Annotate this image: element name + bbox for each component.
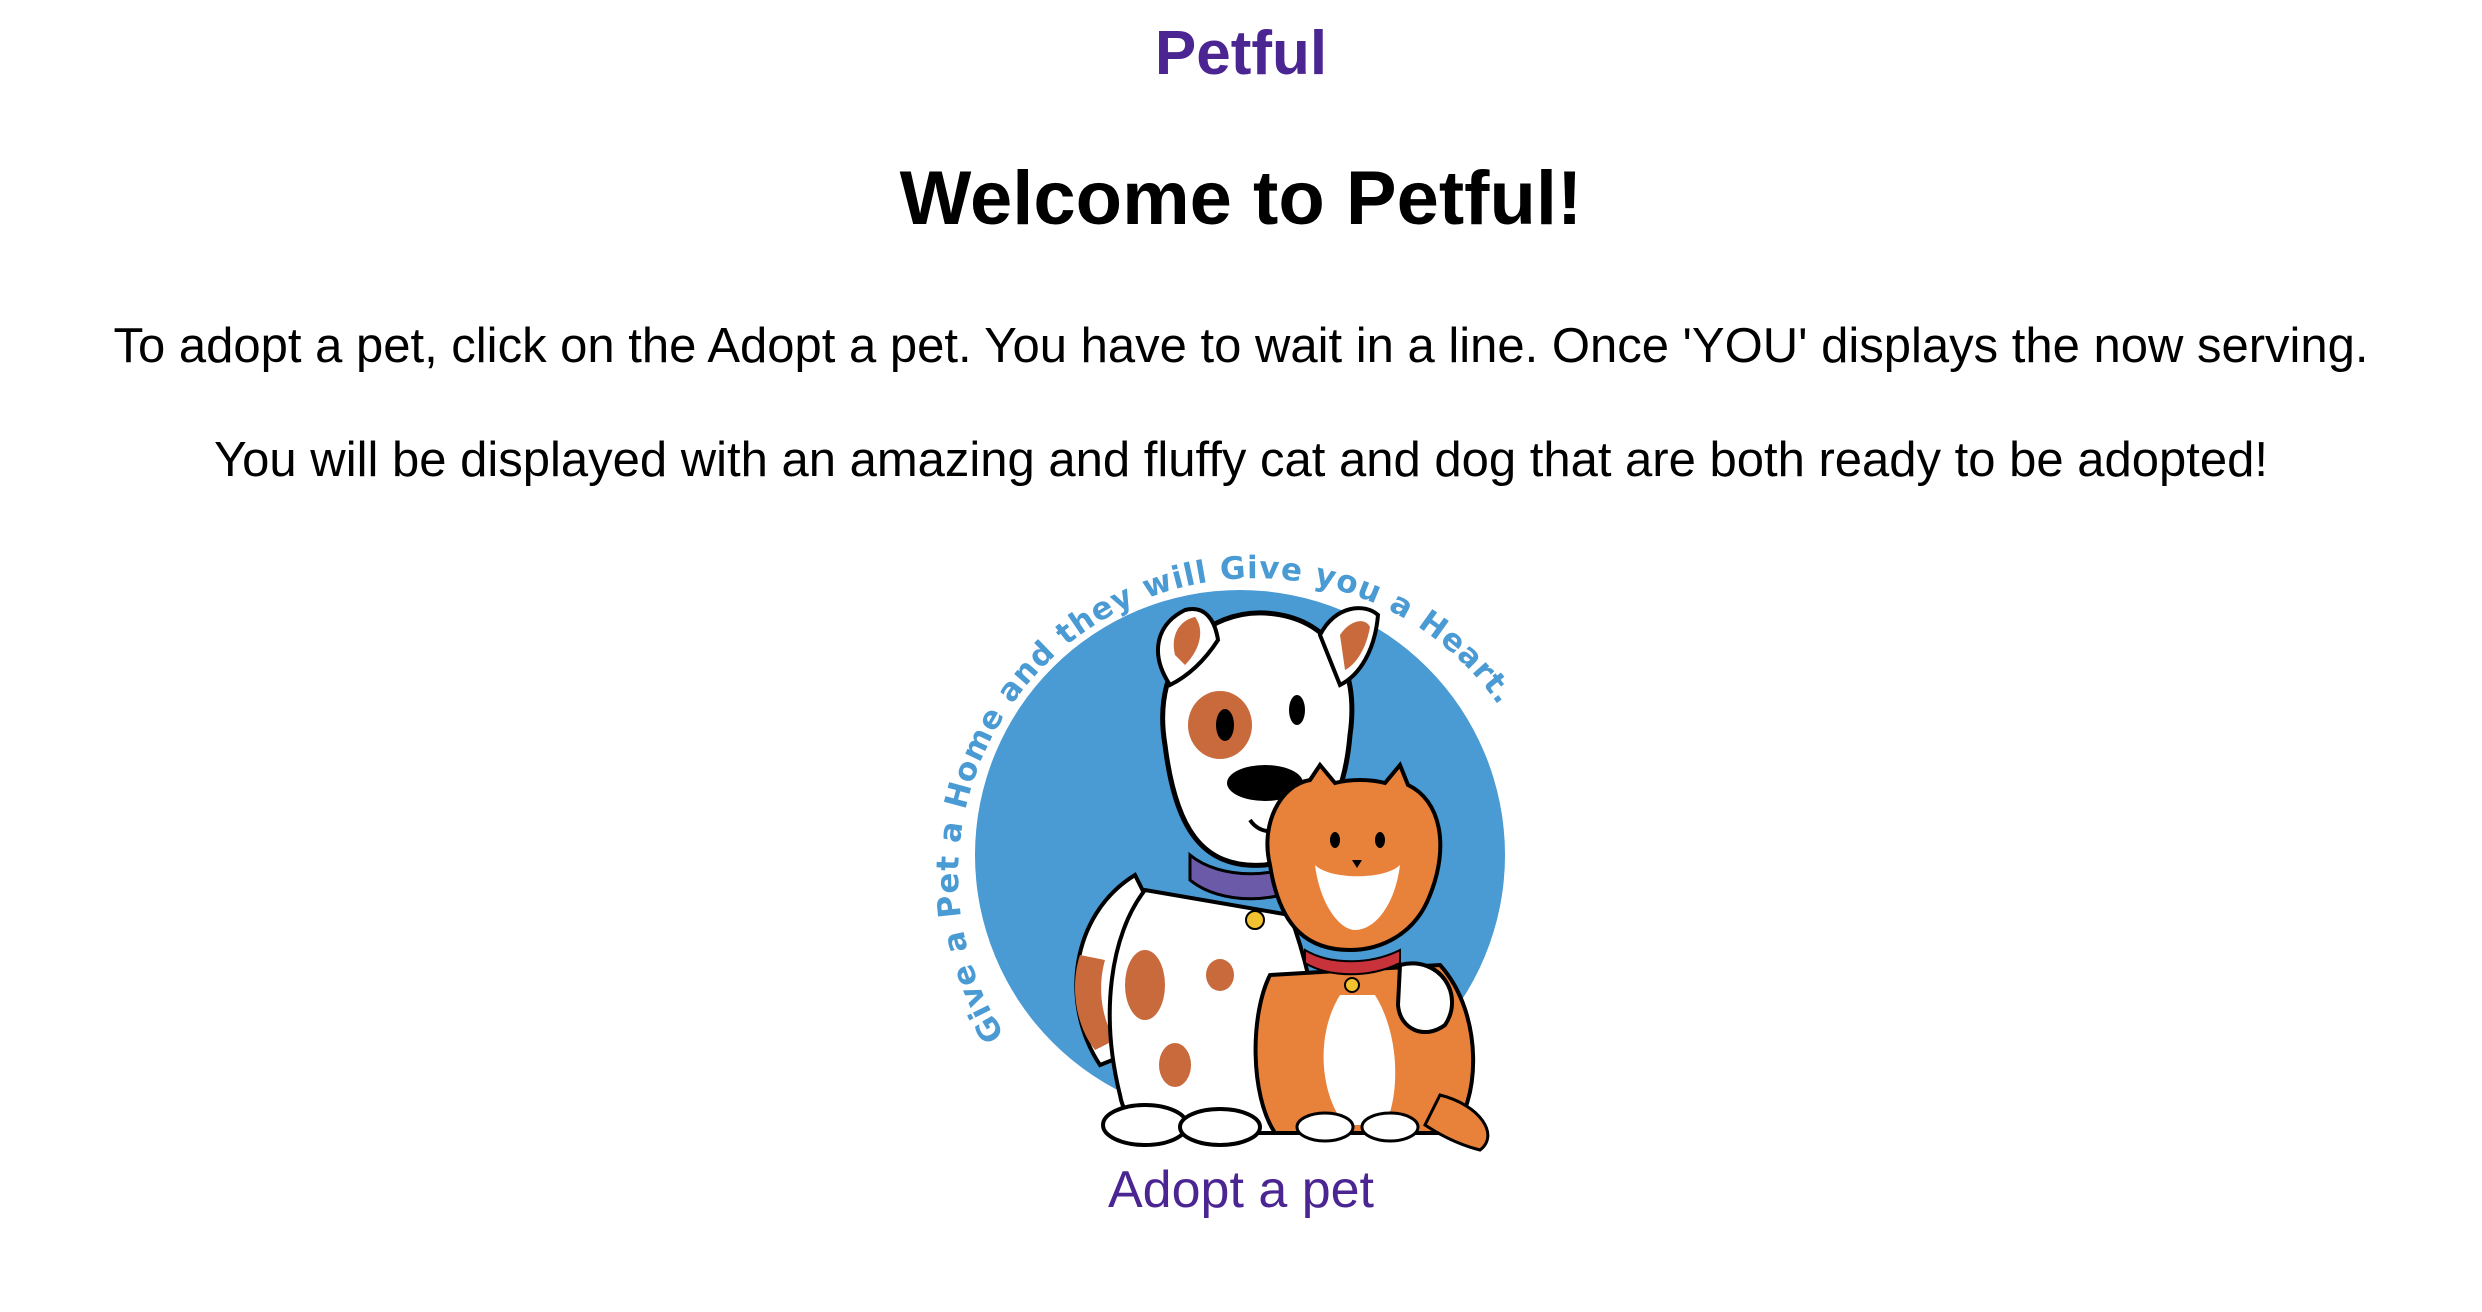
adopt-a-pet-link[interactable]: Adopt a pet [0,1160,2482,1220]
dog-and-cat-logo-icon: Give a Pet a Home and they will Give you… [930,550,1521,1152]
page-title: Welcome to Petful! [899,156,1583,241]
logo-image: Give a Pet a Home and they will Give you… [920,535,1560,1155]
page: Petful Welcome to Petful! To adopt a pet… [0,0,2482,1312]
instructions-paragraph: To adopt a pet, click on the Adopt a pet… [113,319,2369,373]
description-paragraph: You will be displayed with an amazing an… [214,433,2268,487]
brand-link[interactable]: Petful [0,18,2482,89]
